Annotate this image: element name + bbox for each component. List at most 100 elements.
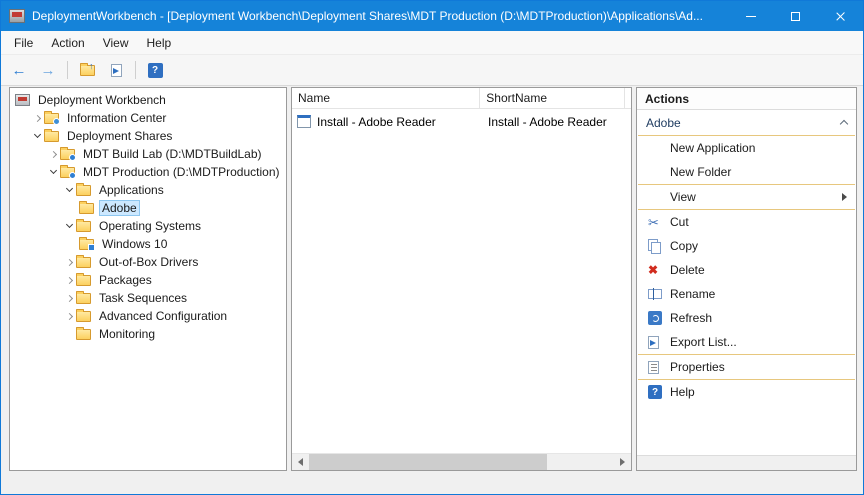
expand-chevron[interactable] — [31, 135, 44, 137]
folder-icon — [76, 329, 91, 340]
scroll-left-button[interactable] — [292, 454, 309, 470]
tree-item-task-sequences[interactable]: Task Sequences — [10, 289, 286, 307]
tree-item-windows-10[interactable]: Windows 10 — [10, 235, 286, 253]
tree-item-operating-systems[interactable]: Operating Systems — [10, 217, 286, 235]
collapse-chevron-icon[interactable] — [840, 120, 848, 128]
export-list-icon — [648, 336, 659, 349]
expand-chevron[interactable] — [47, 152, 60, 157]
folder-icon — [44, 131, 59, 142]
chevron-down-icon — [50, 167, 57, 174]
forward-icon: → — [41, 62, 56, 79]
list-header: Name ShortName — [292, 88, 631, 109]
export-list-button[interactable] — [104, 58, 128, 82]
scroll-right-button[interactable] — [614, 454, 631, 470]
action-item-rename[interactable]: Rename — [637, 282, 856, 306]
help-button[interactable]: ? — [143, 58, 167, 82]
toolbar-separator — [135, 61, 136, 79]
tree-item-label: Task Sequences — [96, 290, 190, 306]
horizontal-scrollbar[interactable] — [292, 453, 631, 470]
submenu-arrow-icon — [842, 193, 847, 201]
action-item-delete[interactable]: ✖ Delete — [637, 258, 856, 282]
console-tree-pane: Deployment Workbench Information Center … — [9, 87, 287, 471]
tree-item-applications[interactable]: Applications — [10, 181, 286, 199]
up-folder-icon: ↑ — [80, 65, 95, 76]
tree-item-deployment-shares[interactable]: Deployment Shares — [10, 127, 286, 145]
expand-chevron[interactable] — [63, 189, 76, 191]
minimize-button[interactable] — [728, 1, 773, 31]
list-item-install-adobe-reader[interactable]: Install - Adobe Reader Install - Adobe R… — [292, 112, 631, 131]
scroll-left-icon — [298, 458, 303, 466]
action-item-help[interactable]: ? Help — [637, 380, 856, 404]
list-cell-shortname: Install - Adobe Reader — [482, 115, 631, 129]
action-item-new-application[interactable]: New Application — [637, 136, 856, 160]
folder-icon — [76, 311, 91, 322]
tree-item-label: Deployment Shares — [64, 128, 175, 144]
toolbar: ← → ↑ ? — [1, 55, 863, 86]
copy-icon — [648, 239, 661, 253]
action-label: New Folder — [670, 165, 731, 179]
tree-item-adobe[interactable]: Adobe — [10, 199, 286, 217]
expand-chevron[interactable] — [63, 260, 76, 265]
actions-pane-footer — [637, 455, 856, 470]
menu-item-view[interactable]: View — [94, 31, 138, 54]
folder-icon — [76, 185, 91, 196]
action-item-cut[interactable]: ✂ Cut — [637, 210, 856, 234]
tree-item-label: Out-of-Box Drivers — [96, 254, 201, 270]
tree-item-deployment-workbench[interactable]: Deployment Workbench — [10, 91, 286, 109]
scrollbar-track[interactable] — [309, 454, 614, 470]
action-item-copy[interactable]: Copy — [637, 234, 856, 258]
app-icon — [9, 9, 25, 23]
up-one-level-button[interactable]: ↑ — [75, 58, 99, 82]
chevron-down-icon — [34, 131, 41, 138]
tree-item-advanced-configuration[interactable]: Advanced Configuration — [10, 307, 286, 325]
menu-item-help[interactable]: Help — [138, 31, 181, 54]
tree-item-out-of-box-drivers[interactable]: Out-of-Box Drivers — [10, 253, 286, 271]
action-item-new-folder[interactable]: New Folder — [637, 160, 856, 184]
expand-chevron[interactable] — [63, 296, 76, 301]
share-folder-icon — [60, 167, 75, 178]
expand-chevron[interactable] — [47, 171, 60, 173]
chevron-right-icon — [66, 312, 73, 319]
column-header-name[interactable]: Name — [292, 88, 480, 108]
maximize-icon — [791, 12, 800, 21]
expand-chevron[interactable] — [63, 225, 76, 227]
titlebar: DeploymentWorkbench - [Deployment Workbe… — [1, 1, 863, 31]
action-item-export-list[interactable]: Export List... — [637, 330, 856, 354]
action-item-view[interactable]: View — [637, 185, 856, 209]
help-icon: ? — [148, 63, 163, 78]
folder-icon — [76, 293, 91, 304]
cut-icon: ✂ — [648, 216, 659, 229]
delete-icon: ✖ — [648, 264, 658, 276]
tree-item-packages[interactable]: Packages — [10, 271, 286, 289]
scrollbar-thumb[interactable] — [309, 454, 547, 470]
action-item-properties[interactable]: Properties — [637, 355, 856, 379]
maximize-button[interactable] — [773, 1, 818, 31]
close-button[interactable] — [818, 1, 863, 31]
tree-item-monitoring[interactable]: Monitoring — [10, 325, 286, 343]
expand-chevron[interactable] — [31, 116, 44, 121]
actions-group-adobe[interactable]: Adobe — [637, 110, 856, 135]
deployment-workbench-window: DeploymentWorkbench - [Deployment Workbe… — [0, 0, 864, 495]
tree-item-label: Information Center — [64, 110, 169, 126]
chevron-right-icon — [34, 114, 41, 121]
column-header-shortname[interactable]: ShortName — [480, 88, 625, 108]
chevron-right-icon — [66, 294, 73, 301]
menu-item-action[interactable]: Action — [42, 31, 93, 54]
action-label: Export List... — [670, 335, 737, 349]
expand-chevron[interactable] — [63, 314, 76, 319]
back-button[interactable]: ← — [7, 58, 31, 82]
close-icon — [835, 11, 846, 22]
action-label: Help — [670, 385, 695, 399]
folder-icon — [79, 203, 94, 214]
tree-item-mdt-production[interactable]: MDT Production (D:\MDTProduction) — [10, 163, 286, 181]
tree-item-mdt-build-lab[interactable]: MDT Build Lab (D:\MDTBuildLab) — [10, 145, 286, 163]
action-label: Rename — [670, 287, 715, 301]
action-label: New Application — [670, 141, 755, 155]
tree-item-label: Advanced Configuration — [96, 308, 230, 324]
folder-icon — [44, 113, 59, 124]
expand-chevron[interactable] — [63, 278, 76, 283]
menu-item-file[interactable]: File — [5, 31, 42, 54]
action-item-refresh[interactable]: Refresh — [637, 306, 856, 330]
forward-button[interactable]: → — [36, 58, 60, 82]
tree-item-information-center[interactable]: Information Center — [10, 109, 286, 127]
